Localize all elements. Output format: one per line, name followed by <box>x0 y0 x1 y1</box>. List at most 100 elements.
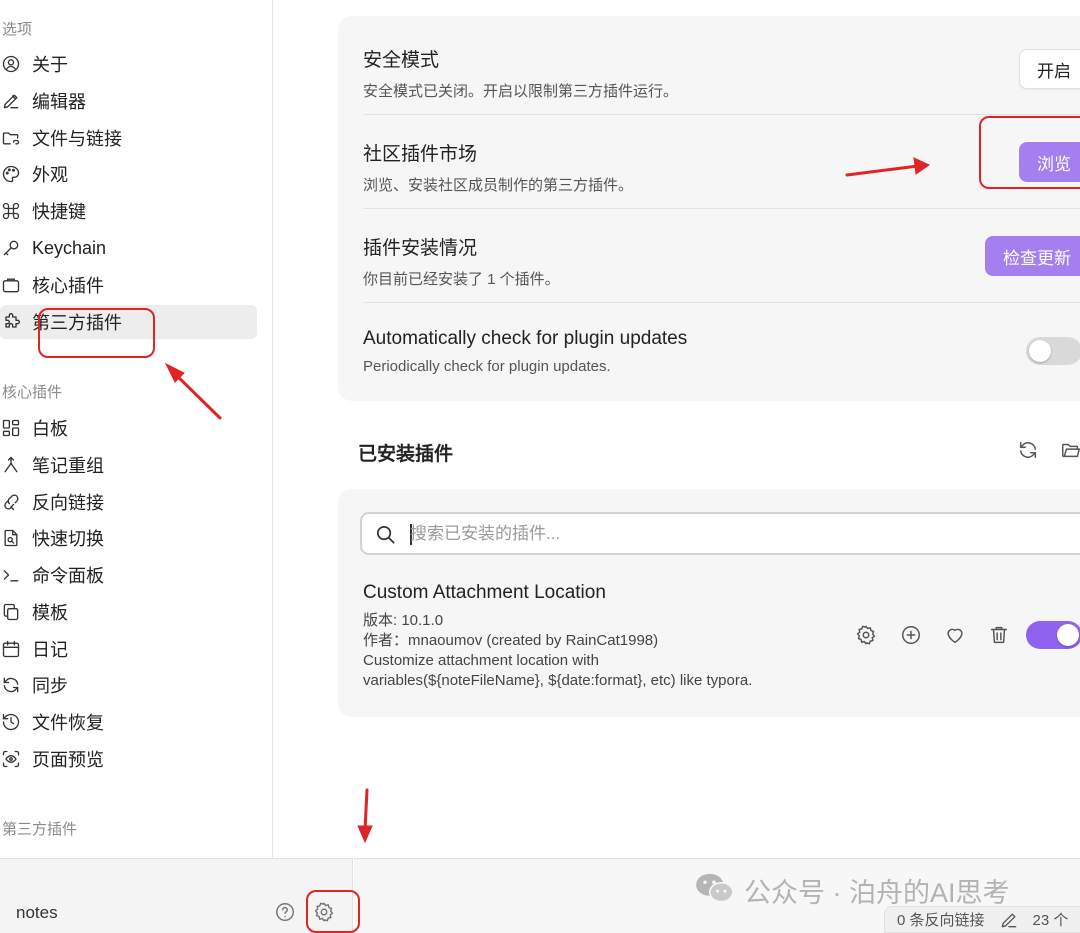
sidebar-item-label: 文件与链接 <box>32 129 122 149</box>
file-search-icon <box>0 527 22 549</box>
backlink-icon <box>0 491 22 513</box>
sidebar-item-sync[interactable]: 同步 <box>0 668 257 702</box>
scan-eye-icon <box>0 748 22 770</box>
sidebar-item-label: 笔记重组 <box>32 456 104 476</box>
sidebar-item-file-recovery[interactable]: 文件恢复 <box>0 705 257 739</box>
plugin-search-input[interactable] <box>410 523 1010 545</box>
plugin-enable-toggle[interactable] <box>1026 621 1080 649</box>
sidebar-item-third-party-plugins[interactable]: 第三方插件 <box>0 305 257 339</box>
sidebar-item-label: Keychain <box>32 237 107 258</box>
setting-title: 社区插件市场 <box>363 144 478 165</box>
safe-mode-setting: 安全模式 安全模式已关闭。开启以限制第三方插件运行。 <box>363 45 678 101</box>
sidebar-item-editor[interactable]: 编辑器 <box>0 84 257 118</box>
setting-title: 插件安装情况 <box>363 238 478 259</box>
wechat-icon <box>694 871 736 910</box>
sidebar-item-canvas[interactable]: 白板 <box>0 411 257 445</box>
canvas-grid-icon <box>0 417 22 439</box>
sidebar-item-command-palette[interactable]: 命令面板 <box>0 558 257 592</box>
plugin-item: Custom Attachment Location 版本: 10.1.0 作者… <box>363 582 752 691</box>
vault-name[interactable]: notes <box>16 903 58 923</box>
sidebar-item-label: 第三方插件 <box>32 313 122 333</box>
installed-plugins-heading: 已安装插件 <box>358 444 454 465</box>
browse-community-plugins-button[interactable]: 浏览 <box>1019 142 1080 182</box>
divider <box>363 302 1080 303</box>
sidebar-item-label: 快速切换 <box>32 529 104 549</box>
sidebar-item-label: 快捷键 <box>32 202 86 222</box>
plugin-donate-heart-icon[interactable] <box>942 622 968 648</box>
sidebar-item-quick-switcher[interactable]: 快速切换 <box>0 521 257 555</box>
merge-icon <box>0 454 22 476</box>
sidebar-item-page-preview[interactable]: 页面预览 <box>0 742 257 776</box>
sync-icon <box>0 674 22 696</box>
copy-icon <box>0 601 22 623</box>
folder-link-icon <box>0 127 22 149</box>
setting-description: 安全模式已关闭。开启以限制第三方插件运行。 <box>363 83 679 100</box>
third-party-section-header: 第三方插件 <box>2 821 78 838</box>
setting-title: Automatically check for plugin updates <box>363 328 688 349</box>
sidebar-item-about[interactable]: 关于 <box>0 47 257 81</box>
reload-plugins-icon[interactable] <box>1015 437 1041 463</box>
plugin-search-box <box>360 512 1080 555</box>
sidebar-item-daily-notes[interactable]: 日记 <box>0 632 257 666</box>
sidebar-item-label: 白板 <box>32 419 68 439</box>
sidebar-item-label: 命令面板 <box>32 566 104 586</box>
core-plugins-section-header: 核心插件 <box>2 384 63 401</box>
watermark: 公众号 · 泊舟的AI思考 <box>694 871 1010 910</box>
watermark-text: 公众号 · 泊舟的AI思考 <box>744 878 1010 908</box>
user-circle-icon <box>0 53 22 75</box>
sidebar-item-label: 反向链接 <box>32 493 104 513</box>
history-icon <box>0 711 22 733</box>
plugin-settings-gear-icon[interactable] <box>853 622 879 648</box>
word-count: 23 个 <box>1032 912 1069 929</box>
settings-sidebar: 选项 关于 编辑器 文件与链接 外观 快捷键 Keychain 核心插件 第三方… <box>0 0 273 858</box>
calendar-icon <box>0 638 22 660</box>
briefcase-icon <box>0 274 22 296</box>
sidebar-item-label: 关于 <box>32 55 68 75</box>
safe-mode-toggle-button[interactable]: 开启 <box>1019 49 1080 89</box>
sidebar-item-hotkeys[interactable]: 快捷键 <box>0 194 257 228</box>
sidebar-item-label: 编辑器 <box>32 92 86 112</box>
sidebar-item-label: 外观 <box>32 165 68 185</box>
sidebar-item-files-links[interactable]: 文件与链接 <box>0 121 257 155</box>
sidebar-item-appearance[interactable]: 外观 <box>0 157 257 191</box>
pencil-icon <box>0 90 22 112</box>
sidebar-item-label: 日记 <box>32 640 68 660</box>
open-plugins-folder-icon[interactable] <box>1058 437 1080 463</box>
sidebar-item-note-composer[interactable]: 笔记重组 <box>0 448 257 482</box>
sidebar-item-label: 页面预览 <box>32 750 104 770</box>
setting-description: 浏览、安装社区成员制作的第三方插件。 <box>363 177 634 194</box>
setting-description: Periodically check for plugin updates. <box>363 358 611 375</box>
installed-status-setting: 插件安装情况 你目前已经安装了 1 个插件。 <box>363 233 560 289</box>
palette-icon <box>0 163 22 185</box>
sidebar-item-backlinks[interactable]: 反向链接 <box>0 485 257 519</box>
key-icon <box>0 237 22 259</box>
edit-mode-pencil-icon[interactable] <box>999 910 1019 930</box>
search-icon <box>374 523 397 551</box>
plugin-hotkeys-plus-icon[interactable] <box>898 622 924 648</box>
options-section-header: 选项 <box>2 21 33 38</box>
setting-description: 你目前已经安装了 1 个插件。 <box>363 271 560 288</box>
sidebar-item-core-plugins[interactable]: 核心插件 <box>0 268 257 302</box>
puzzle-icon <box>0 311 22 333</box>
divider <box>363 208 1080 209</box>
sidebar-item-templates[interactable]: 模板 <box>0 595 257 629</box>
settings-gear-icon[interactable] <box>311 899 337 925</box>
plugin-uninstall-trash-icon[interactable] <box>986 622 1012 648</box>
plugin-description: variables(${noteFileName}, ${date:format… <box>363 672 753 689</box>
sidebar-item-label: 核心插件 <box>32 276 104 296</box>
auto-check-updates-toggle[interactable] <box>1026 337 1080 365</box>
vault-footer: notes <box>0 858 353 933</box>
check-updates-button[interactable]: 检查更新 <box>985 236 1080 276</box>
toggle-knob <box>1057 624 1079 646</box>
plugin-name: Custom Attachment Location <box>363 582 606 603</box>
sidebar-item-label: 文件恢复 <box>32 713 104 733</box>
status-bar: 0 条反向链接 23 个 <box>884 906 1080 933</box>
terminal-icon <box>0 564 22 586</box>
sidebar-item-label: 模板 <box>32 603 68 623</box>
plugin-version: 版本: 10.1.0 <box>363 612 444 629</box>
backlinks-count[interactable]: 0 条反向链接 <box>897 909 985 930</box>
sidebar-item-keychain[interactable]: Keychain <box>0 231 257 265</box>
plugin-author: 作者：mnaoumov (created by RainCat1998) <box>363 632 659 649</box>
auto-check-updates-setting: Automatically check for plugin updates P… <box>363 328 687 375</box>
help-icon[interactable] <box>272 899 298 925</box>
